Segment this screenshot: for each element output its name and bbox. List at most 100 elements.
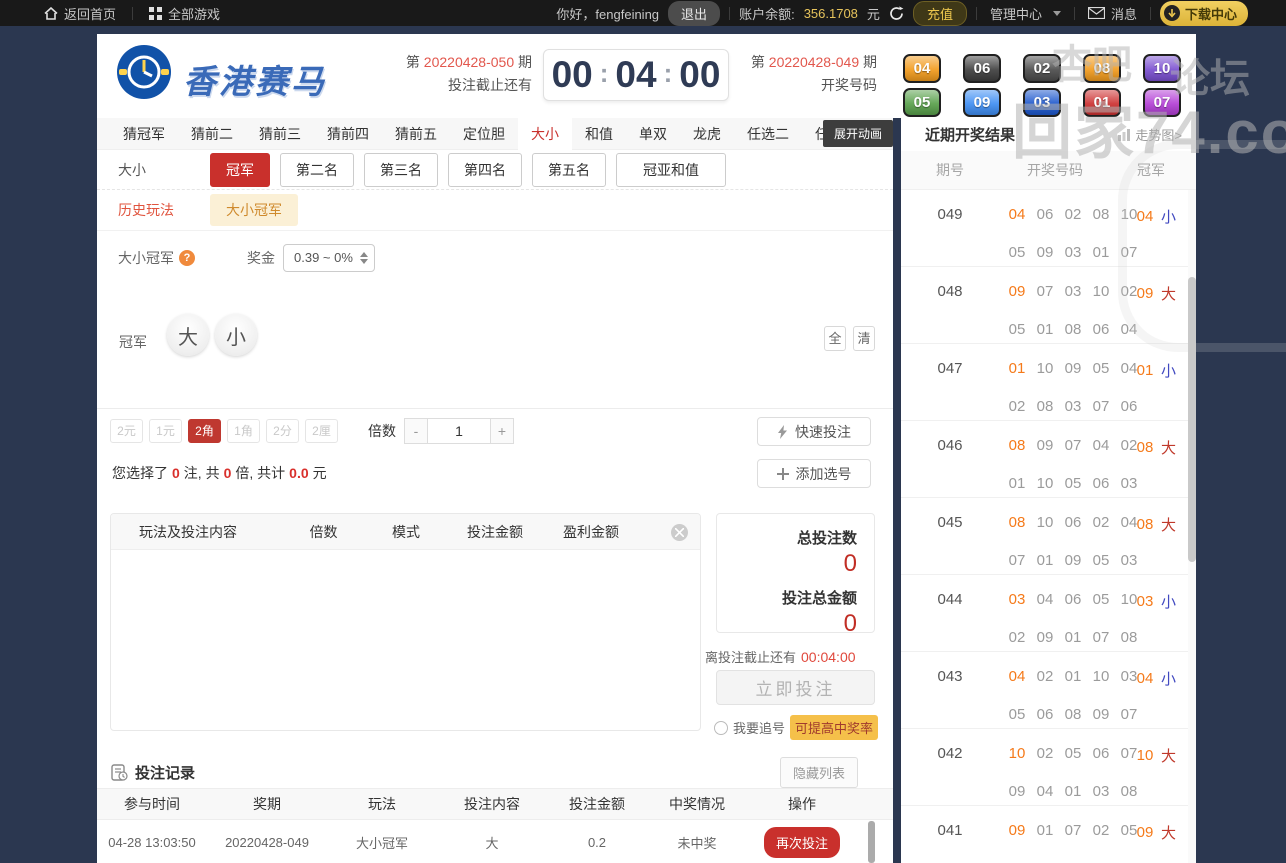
admin-center-menu[interactable]: 管理中心 (986, 4, 1065, 23)
select-all-button[interactable]: 全 (824, 326, 846, 351)
position-第三名[interactable]: 第三名 (364, 152, 438, 187)
issue-number: 043 (937, 668, 963, 685)
draw-num: 07 (1036, 283, 1054, 300)
grid-icon (149, 6, 163, 20)
bet-now-button[interactable]: 立即投注 (716, 670, 875, 705)
champion-number: 04 (1136, 208, 1154, 225)
tab-猜前三[interactable]: 猜前三 (246, 118, 314, 150)
countdown-hours: 00 (551, 54, 593, 95)
home-link[interactable]: 返回首页 (28, 4, 132, 23)
tab-猜前四[interactable]: 猜前四 (314, 118, 382, 150)
trend-chart-label: 走势图> (1135, 128, 1182, 143)
history-play-tag[interactable]: 大小冠军 (210, 194, 298, 226)
amount-1元[interactable]: 1元 (149, 419, 182, 443)
draw-line-1: 08 10 06 02 04 (1006, 514, 1140, 531)
draw-num: 05 (1008, 321, 1026, 338)
draw-num: 06 (1036, 706, 1054, 723)
multiplier-minus-button[interactable]: - (404, 418, 428, 444)
amount-2元[interactable]: 2元 (110, 419, 143, 443)
help-icon[interactable]: ? (179, 249, 195, 266)
tab-龙虎[interactable]: 龙虎 (680, 118, 734, 150)
tab-单双[interactable]: 单双 (626, 118, 680, 150)
champion-cell: 09 大 (1134, 822, 1176, 843)
result-row: 042 10 02 05 06 07 09 04 01 03 08 10 大 (901, 729, 1196, 806)
position-冠军[interactable]: 冠军 (210, 152, 270, 187)
champion-number: 03 (1136, 593, 1154, 610)
logout-button[interactable]: 退出 (668, 0, 721, 26)
clear-button[interactable]: 清 (853, 326, 875, 351)
position-第五名[interactable]: 第五名 (532, 152, 606, 187)
tab-任选二[interactable]: 任选二 (734, 118, 802, 150)
position-第四名[interactable]: 第四名 (448, 152, 522, 187)
amount-2厘[interactable]: 2厘 (305, 419, 338, 443)
chase-radio[interactable] (714, 720, 728, 735)
sidebar-header: 近期开奖结果 走势图> (901, 118, 1196, 151)
draw-num: 06 (1092, 745, 1110, 762)
pick-大[interactable]: 大 (167, 314, 209, 356)
chevron-down-icon (1052, 10, 1061, 16)
tab-猜冠军[interactable]: 猜冠军 (110, 118, 178, 150)
bet-deadline-time: 00:04:00 (801, 649, 856, 665)
draw-num: 03 (1064, 398, 1082, 415)
tab-和值[interactable]: 和值 (572, 118, 626, 150)
tab-猜前二[interactable]: 猜前二 (178, 118, 246, 150)
chase-tag: 可提高中奖率 (790, 715, 879, 740)
draw-line-1: 04 06 02 08 10 (1006, 206, 1140, 223)
result-row: 043 04 02 01 10 03 05 06 08 09 07 04 小 (901, 652, 1196, 729)
trend-chart-link[interactable]: 走势图> (1117, 125, 1182, 144)
draw-line-1: 01 10 09 05 04 (1006, 360, 1140, 377)
records-col-4: 投注金额 (569, 796, 625, 812)
result-row: 044 03 04 06 05 10 02 09 01 07 08 03 小 (901, 575, 1196, 652)
rebet-button[interactable]: 再次投注 (763, 827, 840, 858)
draw-num: 03 (1120, 552, 1138, 569)
draw-num: 09 (1036, 629, 1054, 646)
download-center-button[interactable]: 下载中心 (1159, 0, 1248, 26)
draw-num: 03 (1008, 591, 1026, 608)
messages-link[interactable]: 消息 (1084, 4, 1141, 23)
betslip-col-0: 玩法及投注内容 (139, 523, 237, 540)
status-text: 元 (312, 465, 327, 481)
pick-小[interactable]: 小 (215, 314, 257, 356)
tab-大小[interactable]: 大小 (518, 118, 572, 150)
pick-row-label: 冠军 (119, 334, 147, 350)
add-selection-button[interactable]: 添加选号 (757, 459, 871, 488)
bonus-select[interactable]: 0.39 ~ 0% (283, 243, 375, 272)
amount-1角[interactable]: 1角 (227, 419, 260, 443)
tab-定位胆[interactable]: 定位胆 (450, 118, 518, 150)
amount-2角[interactable]: 2角 (188, 419, 221, 443)
tab-猜前五[interactable]: 猜前五 (382, 118, 450, 150)
draw-line-1: 08 09 07 04 02 (1006, 437, 1140, 454)
countdown-minutes: 04 (615, 54, 657, 95)
multiplier-input[interactable] (428, 418, 490, 444)
sidebar-scrollbar[interactable] (1188, 190, 1196, 863)
refresh-icon[interactable] (889, 5, 904, 21)
records-scrollbar[interactable] (868, 821, 875, 863)
draw-num: 05 (1064, 745, 1082, 762)
draw-num: 03 (1120, 475, 1138, 492)
chart-icon (1118, 128, 1131, 141)
draw-num: 08 (1120, 629, 1138, 646)
position-冠亚和值[interactable]: 冠亚和值 (616, 152, 726, 187)
record-cell: 0.2 (587, 835, 607, 850)
position-第二名[interactable]: 第二名 (280, 152, 354, 187)
hide-list-button[interactable]: 隐藏列表 (779, 757, 858, 788)
champion-cell: 01 小 (1134, 360, 1176, 381)
multiplier-plus-button[interactable]: + (490, 418, 514, 444)
sidebar-scrollbar-thumb[interactable] (1188, 277, 1196, 562)
selection-status: 您选择了 0 注, 共 0 倍, 共计 0.0 元 (112, 463, 327, 483)
play-type-label: 大小 (118, 161, 146, 178)
recharge-button[interactable]: 充值 (912, 0, 967, 26)
amount-row: 2元1元2角1角2分2厘 倍数 - + (110, 418, 514, 444)
expand-animation-button[interactable]: 展开动画 (822, 120, 893, 147)
draw-ball-08: 08 (1083, 54, 1121, 83)
close-icon[interactable] (671, 524, 688, 541)
quick-bet-button[interactable]: 快速投注 (757, 417, 871, 446)
draw-ball-10: 10 (1143, 54, 1181, 83)
draw-num: 04 (1008, 206, 1026, 223)
current-issue-block: 第 20220428-050 期 投注截止还有 (397, 51, 532, 97)
all-games-link[interactable]: 全部游戏 (133, 4, 236, 23)
champion-number: 04 (1136, 670, 1154, 687)
amount-2分[interactable]: 2分 (266, 419, 299, 443)
result-row: 048 09 07 03 10 02 05 01 08 06 04 09 大 (901, 267, 1196, 344)
history-label: 历史玩法 (118, 202, 174, 218)
